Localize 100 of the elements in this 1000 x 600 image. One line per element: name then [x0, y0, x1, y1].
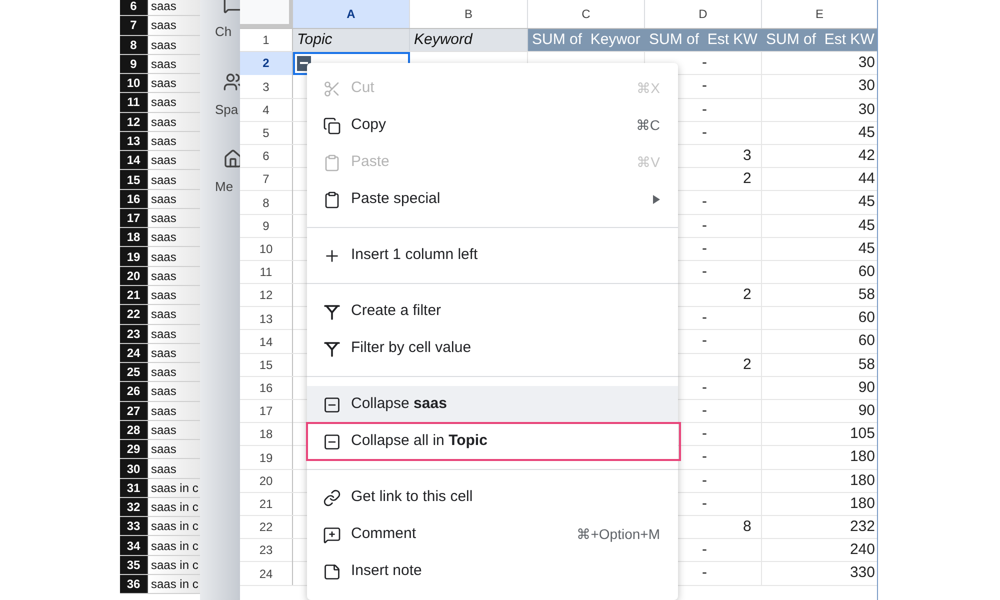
row-number[interactable]: 10: [240, 238, 293, 260]
row-number[interactable]: 20: [240, 470, 293, 492]
table-cell-text: 45: [858, 216, 875, 236]
shortcut-hint: ⌘X: [636, 79, 660, 98]
table-cell: saas in c: [148, 574, 200, 594]
row-number[interactable]: 24: [240, 562, 293, 585]
row-number[interactable]: 23: [240, 539, 293, 562]
collapse-icon: [323, 396, 341, 414]
row-number: 10: [120, 74, 148, 92]
row-number[interactable]: 3: [240, 75, 293, 98]
row-number[interactable]: 8: [240, 191, 293, 214]
row-number[interactable]: 5: [240, 122, 293, 144]
row-number[interactable]: 6: [240, 144, 293, 168]
row-number[interactable]: 18: [240, 423, 293, 446]
shortcut-hint: ⌘C: [636, 116, 660, 135]
table-cell-text: -: [702, 563, 707, 584]
menu-item[interactable]: Create a filter: [307, 293, 678, 330]
table-cell-text: 2: [743, 169, 752, 190]
table-cell: saas in c: [148, 498, 200, 516]
table-cell: saas in c: [148, 556, 200, 574]
table-cell: saas: [148, 36, 200, 54]
note-icon: [323, 562, 341, 580]
row-number: 8: [120, 36, 148, 54]
row-number: 11: [120, 93, 148, 112]
row-number[interactable]: 13: [240, 307, 293, 330]
table-cell-text: 90: [858, 378, 875, 398]
table-cell-text: -: [702, 53, 707, 74]
table-cell-text: 105: [850, 424, 875, 444]
row-number[interactable]: 2: [240, 52, 293, 75]
table-cell-text: 60: [858, 308, 875, 328]
table-cell-text: -: [702, 216, 707, 236]
row-number: 20: [120, 266, 148, 285]
table-cell: saas: [148, 420, 200, 440]
home-icon[interactable]: [223, 149, 240, 169]
menu-item[interactable]: Collapse all in Topic: [307, 423, 680, 460]
row-number: 34: [120, 536, 148, 555]
table-cell: saas: [148, 190, 200, 208]
comment-icon: [323, 526, 341, 544]
menu-item[interactable]: Insert 1 column left: [307, 237, 678, 274]
column-header[interactable]: A: [293, 0, 410, 28]
table-cell: saas: [148, 151, 200, 170]
row-number[interactable]: 22: [240, 516, 293, 538]
row-number[interactable]: 9: [240, 214, 293, 237]
row-number[interactable]: 11: [240, 260, 293, 284]
table-cell: saas: [148, 459, 200, 478]
table-cell-text: 30: [858, 76, 875, 96]
table-cell-text: -: [702, 192, 707, 212]
row-number[interactable]: 14: [240, 330, 293, 353]
row-number: 25: [120, 363, 148, 382]
table-cell-text: -: [702, 308, 707, 328]
table-cell: saas: [148, 0, 200, 16]
row-number[interactable]: 19: [240, 446, 293, 469]
table-cell-text: 30: [858, 100, 875, 120]
menu-item[interactable]: Copy ⌘C: [307, 107, 678, 144]
table-cell: saas: [148, 440, 200, 458]
table-cell-text: 58: [858, 285, 875, 306]
menu-item[interactable]: Comment ⌘+Option+M: [307, 516, 678, 553]
table-cell-text: 3: [743, 146, 752, 166]
table-cell-text: 2: [743, 354, 752, 375]
row-number: 29: [120, 440, 148, 458]
table-cell: saas: [148, 16, 200, 35]
table-cell: saas: [148, 247, 200, 266]
row-number: 30: [120, 459, 148, 478]
table-cell-text: 60: [858, 331, 875, 352]
sidebar-label[interactable]: Spa: [215, 100, 238, 119]
table-cell: saas: [148, 363, 200, 382]
row-number[interactable]: 17: [240, 400, 293, 422]
row-number: 23: [120, 324, 148, 343]
table-cell-text: 180: [850, 494, 875, 514]
menu-item[interactable]: Insert note: [307, 553, 678, 590]
menu-item[interactable]: Get link to this cell: [307, 479, 678, 516]
menu-item[interactable]: Collapse saas: [307, 386, 678, 423]
table-cell-text: 90: [858, 401, 875, 421]
row-number[interactable]: 15: [240, 354, 293, 376]
row-number: 18: [120, 228, 148, 246]
row-number[interactable]: 16: [240, 376, 293, 400]
table-cell: saas: [148, 402, 200, 420]
clipboard-icon: [323, 154, 341, 172]
table-cell: saas: [148, 382, 200, 401]
menu-item[interactable]: Paste special: [307, 181, 678, 218]
corner-cell[interactable]: [240, 0, 293, 28]
row-number[interactable]: 12: [240, 284, 293, 307]
table-cell-text: 8: [743, 516, 752, 537]
sidebar-label[interactable]: Me: [215, 177, 234, 196]
row-number[interactable]: 21: [240, 492, 293, 516]
row-number: 33: [120, 517, 148, 536]
people-icon[interactable]: [223, 72, 240, 92]
table-cell: saas: [148, 54, 200, 74]
table-cell-text: 60: [858, 262, 875, 282]
table-cell: saas in c: [148, 478, 200, 497]
menu-item[interactable]: Filter by cell value: [307, 330, 678, 367]
row-number[interactable]: 4: [240, 98, 293, 122]
link-icon: [323, 488, 341, 506]
row-number: 35: [120, 556, 148, 574]
table-cell-text: 180: [850, 447, 875, 468]
sidebar-label[interactable]: Ch: [215, 22, 232, 42]
row-number: 31: [120, 478, 148, 497]
row-number[interactable]: 7: [240, 168, 293, 191]
header-cell: Topic: [293, 29, 410, 52]
table-cell-text: -: [702, 100, 707, 120]
